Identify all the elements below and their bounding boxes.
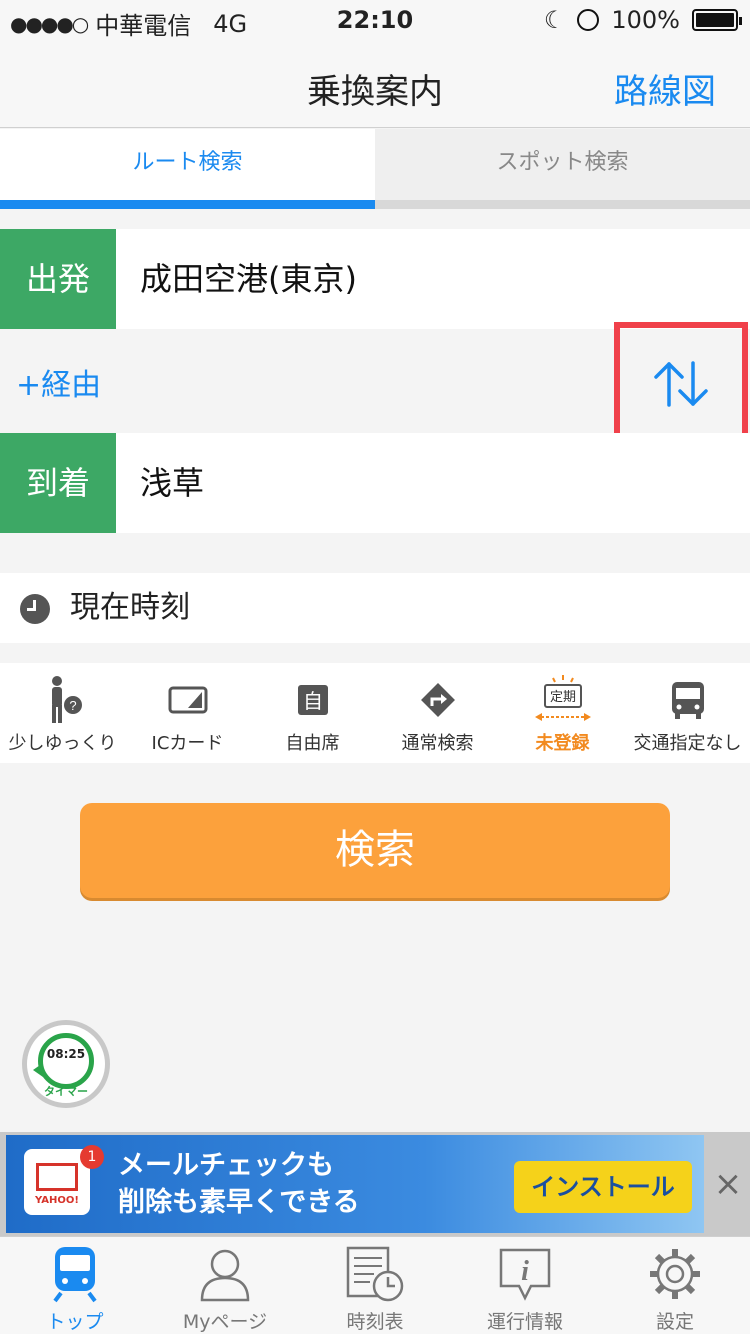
option-label: 少しゆっくり	[8, 733, 117, 754]
gear-icon	[600, 1243, 750, 1305]
route-map-button[interactable]: 路線図	[614, 64, 716, 113]
ad-line1: メールチェックも	[118, 1150, 334, 1181]
ad-brand: YAHOO!	[35, 1195, 79, 1206]
ad-content[interactable]: YAHOO! 1 メールチェックも 削除も素早くできる インストール	[6, 1135, 704, 1233]
arrival-row[interactable]: 到着 浅草	[0, 433, 750, 533]
option-label: ICカード	[151, 733, 224, 754]
navigation-bar: 乗換案内 路線図	[0, 40, 750, 128]
svg-text:i: i	[521, 1256, 529, 1287]
ad-banner: YAHOO! 1 メールチェックも 削除も素早くできる インストール ×	[0, 1132, 750, 1236]
info-icon: i	[450, 1243, 600, 1305]
option-commuter-pass[interactable]: 定期 未登録	[500, 663, 625, 763]
ad-text: メールチェックも 削除も素早くできる	[118, 1147, 360, 1221]
tab-route-search[interactable]: ルート検索	[0, 129, 375, 209]
search-button[interactable]: 検索	[80, 803, 670, 898]
arrival-station[interactable]: 浅草	[140, 433, 204, 533]
tab-bar: トップ Myページ 時刻表 i 運行情報 設定	[0, 1236, 750, 1334]
seat-icon: 自	[250, 675, 375, 725]
swap-stations-button[interactable]	[614, 322, 748, 446]
route-direction-icon	[375, 675, 500, 725]
person-icon	[150, 1243, 300, 1305]
close-icon[interactable]: ×	[706, 1162, 750, 1206]
timer-time: 08:25	[46, 1047, 86, 1061]
departure-badge: 出発	[0, 229, 116, 329]
clock-icon	[20, 594, 50, 624]
time-label: 現在時刻	[70, 590, 190, 625]
timer-label: タイマー	[44, 1085, 88, 1098]
notification-badge: 1	[80, 1145, 104, 1169]
install-button[interactable]: インストール	[514, 1161, 692, 1213]
option-transport[interactable]: 交通指定なし	[625, 663, 750, 763]
train-icon	[0, 1243, 150, 1305]
option-label: 交通指定なし	[633, 733, 742, 754]
search-tabs: ルート検索 スポット検索	[0, 129, 750, 209]
option-walking-speed[interactable]: ? 少しゆっくり	[0, 663, 125, 763]
tabbar-label: 設定	[655, 1311, 694, 1333]
timer-button[interactable]: 08:25 タイマー	[22, 1020, 110, 1108]
search-options: ? 少しゆっくり ICカード 自 自由席 通常検索 定期 未登録 交通指定なし	[0, 663, 750, 763]
commuter-pass-icon-text: 定期	[549, 690, 575, 705]
timer-ring	[38, 1033, 94, 1089]
tabbar-label: トップ	[46, 1311, 104, 1333]
battery-icon	[692, 9, 742, 31]
mail-envelope-icon	[36, 1163, 78, 1191]
arrival-badge: 到着	[0, 433, 116, 533]
battery-percent: 100%	[611, 6, 680, 34]
tabbar-item-top[interactable]: トップ	[0, 1237, 150, 1334]
ic-card-icon	[125, 675, 250, 725]
tabbar-label: Myページ	[182, 1311, 268, 1333]
tab-spot-search[interactable]: スポット検索	[375, 129, 750, 209]
time-row[interactable]: 現在時刻	[0, 573, 750, 643]
ad-line2: 削除も素早くできる	[118, 1187, 360, 1218]
tabbar-label: 運行情報	[486, 1311, 563, 1333]
tabbar-label: 時刻表	[346, 1311, 404, 1333]
option-label: 通常検索	[401, 733, 474, 754]
option-search-type[interactable]: 通常検索	[375, 663, 500, 763]
bus-icon	[625, 675, 750, 725]
option-ic-card[interactable]: ICカード	[125, 663, 250, 763]
tabbar-item-mypage[interactable]: Myページ	[150, 1237, 300, 1334]
swap-arrows-icon	[654, 361, 708, 407]
option-label: 自由席	[285, 733, 340, 754]
tabbar-item-settings[interactable]: 設定	[600, 1237, 750, 1334]
departure-station[interactable]: 成田空港(東京)	[140, 229, 357, 329]
departure-row[interactable]: 出発 成田空港(東京)	[0, 229, 750, 329]
option-label: 未登録	[535, 733, 590, 754]
rotation-lock-icon	[577, 9, 600, 31]
svg-text:自: 自	[303, 689, 323, 713]
status-bar: ●●●●○ 中華電信 4G 22:10 ☾ 100%	[0, 0, 750, 40]
commuter-pass-icon: 定期	[500, 675, 625, 725]
option-seat[interactable]: 自 自由席	[250, 663, 375, 763]
timer-arrow-icon	[33, 1063, 43, 1077]
svg-text:?: ?	[69, 698, 76, 713]
walking-person-icon: ?	[0, 675, 125, 725]
timetable-icon	[300, 1243, 450, 1305]
moon-icon: ☾	[543, 6, 566, 34]
tabbar-item-service-info[interactable]: i 運行情報	[450, 1237, 600, 1334]
status-right: ☾ 100%	[543, 6, 742, 34]
tabbar-item-timetable[interactable]: 時刻表	[300, 1237, 450, 1334]
add-via-button[interactable]: +経由	[16, 360, 101, 404]
